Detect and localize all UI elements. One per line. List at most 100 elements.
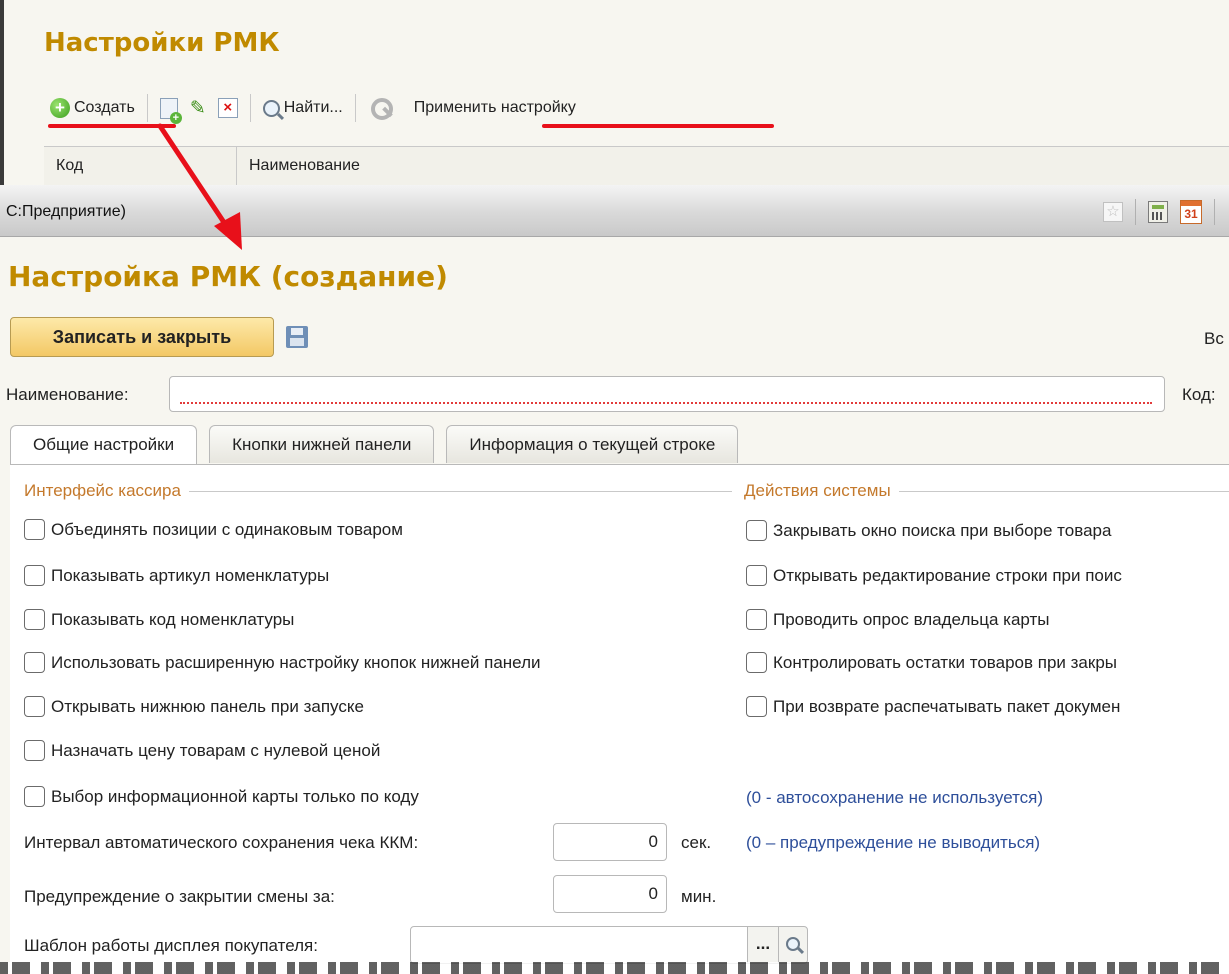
window-titlebar: С:Предприятие) ☆ 31 bbox=[0, 185, 1229, 237]
checkbox-label: Выбор информационной карты только по код… bbox=[51, 786, 419, 806]
autosave-interval-input[interactable] bbox=[553, 823, 667, 861]
settings-form-window: С:Предприятие) ☆ 31 Настройка РМК (созда… bbox=[0, 185, 1229, 974]
apply-settings-label: Применить настройку bbox=[413, 99, 576, 116]
shift-warning-label: Предупреждение о закрытии смены за: bbox=[24, 887, 335, 906]
shift-warning-hint: (0 – предупреждение не выводиться) bbox=[746, 833, 1041, 852]
calendar-icon[interactable]: 31 bbox=[1180, 200, 1202, 224]
toolbar-separator bbox=[146, 94, 148, 122]
checkbox-label: Открывать нижнюю панель при запуске bbox=[51, 696, 364, 716]
checkbox-open-row-edit[interactable]: Открывать редактирование строки при поис bbox=[746, 565, 1122, 586]
cropped-bottom-strip bbox=[0, 962, 1229, 974]
checkbox-label: Объединять позиции с одинаковым товаром bbox=[51, 519, 403, 539]
checkbox-extended-buttons-setup[interactable]: Использовать расширенную настройку кнопо… bbox=[24, 652, 541, 673]
shift-warning-unit: мин. bbox=[681, 887, 717, 906]
checkbox-show-item-code[interactable]: Показывать код номенклатуры bbox=[24, 609, 294, 630]
search-icon bbox=[786, 937, 800, 951]
add-circle-icon: + bbox=[50, 98, 70, 118]
cancel-search-icon bbox=[368, 95, 394, 121]
tab-bottom-panel-buttons[interactable]: Кнопки нижней панели bbox=[209, 425, 435, 463]
checkbox-show-article[interactable]: Показывать артикул номенклатуры bbox=[24, 565, 329, 586]
required-field-underline bbox=[180, 402, 1152, 404]
open-template-button[interactable] bbox=[778, 926, 808, 964]
copy-button[interactable] bbox=[154, 91, 184, 125]
list-window: Настройки РМК + Создать ✎ × Найти... При… bbox=[0, 0, 1229, 190]
checkbox-merge-same-items[interactable]: Объединять позиции с одинаковым товаром bbox=[24, 519, 403, 540]
checkbox-label: Контролировать остатки товаров при закры bbox=[773, 652, 1118, 672]
list-window-title: Настройки РМК bbox=[44, 28, 280, 58]
annotation-underline-create bbox=[48, 124, 176, 128]
copy-document-icon bbox=[159, 97, 182, 124]
checkbox-box[interactable] bbox=[746, 565, 767, 586]
checkbox-box[interactable] bbox=[24, 609, 45, 630]
delete-icon: × bbox=[217, 98, 238, 118]
edit-button[interactable]: ✎ bbox=[184, 91, 212, 125]
pencil-icon: ✎ bbox=[189, 97, 206, 119]
checkbox-label: Назначать цену товарам с нулевой ценой bbox=[51, 740, 381, 760]
autosave-unit: сек. bbox=[681, 833, 712, 852]
name-input[interactable] bbox=[169, 376, 1165, 412]
checkbox-label: Закрывать окно поиска при выборе товара bbox=[773, 520, 1112, 540]
checkbox-box[interactable] bbox=[24, 696, 45, 717]
cashier-interface-group-title: Интерфейс кассира bbox=[24, 481, 732, 501]
save-floppy-icon[interactable] bbox=[286, 326, 308, 348]
save-and-close-button[interactable]: Записать и закрыть bbox=[10, 317, 274, 357]
checkbox-card-by-code[interactable]: Выбор информационной карты только по код… bbox=[24, 786, 419, 807]
titlebar-separator bbox=[1214, 199, 1215, 225]
checkbox-open-bottom-panel[interactable]: Открывать нижнюю панель при запуске bbox=[24, 696, 364, 717]
checkbox-close-search-on-select[interactable]: Закрывать окно поиска при выборе товара bbox=[746, 520, 1111, 541]
checkbox-zero-price[interactable]: Назначать цену товарам с нулевой ценой bbox=[24, 740, 380, 761]
checkbox-label: Открывать редактирование строки при поис bbox=[773, 565, 1122, 585]
checkbox-label: Показывать код номенклатуры bbox=[51, 609, 295, 629]
checkbox-box[interactable] bbox=[746, 696, 767, 717]
checkbox-card-owner-survey[interactable]: Проводить опрос владельца карты bbox=[746, 609, 1050, 630]
tab-current-row-info[interactable]: Информация о текущей строке bbox=[446, 425, 739, 463]
find-button-label: Найти... bbox=[283, 99, 343, 116]
checkbox-box[interactable] bbox=[24, 519, 45, 540]
checkbox-box[interactable] bbox=[24, 740, 45, 761]
checkbox-box[interactable] bbox=[746, 652, 767, 673]
column-header-name[interactable]: Наименование bbox=[237, 147, 1229, 185]
cancel-search-button[interactable] bbox=[362, 91, 400, 125]
window-title-text: С:Предприятие) bbox=[6, 203, 126, 220]
delete-button[interactable]: × bbox=[212, 91, 244, 125]
apply-settings-button[interactable]: Применить настройку bbox=[408, 91, 582, 125]
group-divider bbox=[898, 490, 1229, 492]
system-actions-group-title: Действия системы bbox=[744, 481, 1229, 501]
create-button-label: Создать bbox=[74, 99, 135, 116]
cashier-group-label: Интерфейс кассира bbox=[24, 481, 181, 500]
checkbox-label: При возврате распечатывать пакет докумен bbox=[773, 696, 1121, 716]
checkbox-box[interactable] bbox=[746, 609, 767, 630]
calculator-icon[interactable] bbox=[1148, 201, 1168, 223]
search-icon bbox=[262, 99, 280, 117]
checkbox-print-return-docs[interactable]: При возврате распечатывать пакет докумен bbox=[746, 696, 1120, 717]
column-header-code[interactable]: Код bbox=[44, 147, 237, 185]
titlebar-separator bbox=[1135, 199, 1136, 225]
display-template-label: Шаблон работы дисплея покупателя: bbox=[24, 936, 318, 955]
toolbar-separator bbox=[249, 94, 251, 122]
tab-general-settings[interactable]: Общие настройки bbox=[10, 425, 198, 466]
favorite-star-icon[interactable]: ☆ bbox=[1103, 202, 1123, 222]
code-field-label: Код: bbox=[1182, 385, 1216, 404]
group-divider bbox=[188, 490, 732, 492]
create-button[interactable]: + Создать bbox=[44, 91, 141, 125]
list-toolbar: + Создать ✎ × Найти... Применить настрой… bbox=[44, 90, 582, 126]
checkbox-box[interactable] bbox=[24, 565, 45, 586]
checkbox-box[interactable] bbox=[746, 520, 767, 541]
all-actions-menu-label[interactable]: Вс bbox=[1204, 329, 1224, 349]
list-table-header: Код Наименование bbox=[44, 146, 1229, 186]
settings-tabs: Общие настройки Кнопки нижней панели Инф… bbox=[10, 425, 739, 466]
select-template-button[interactable]: ... bbox=[747, 926, 779, 964]
shift-warning-input[interactable] bbox=[553, 875, 667, 913]
form-title: Настройка РМК (создание) bbox=[8, 260, 448, 293]
display-template-input[interactable] bbox=[410, 926, 748, 964]
checkbox-box[interactable] bbox=[24, 786, 45, 807]
autosave-hint: (0 - автосохранение не используется) bbox=[746, 788, 1044, 807]
name-field-label: Наименование: bbox=[6, 385, 129, 404]
checkbox-box[interactable] bbox=[24, 652, 45, 673]
checkbox-control-stock[interactable]: Контролировать остатки товаров при закры bbox=[746, 652, 1117, 673]
autosave-interval-label: Интервал автоматического сохранения чека… bbox=[24, 833, 419, 852]
toolbar-separator bbox=[354, 94, 356, 122]
checkbox-label: Использовать расширенную настройку кнопо… bbox=[51, 652, 541, 672]
checkbox-label: Проводить опрос владельца карты bbox=[773, 609, 1050, 629]
find-button[interactable]: Найти... bbox=[257, 91, 349, 125]
